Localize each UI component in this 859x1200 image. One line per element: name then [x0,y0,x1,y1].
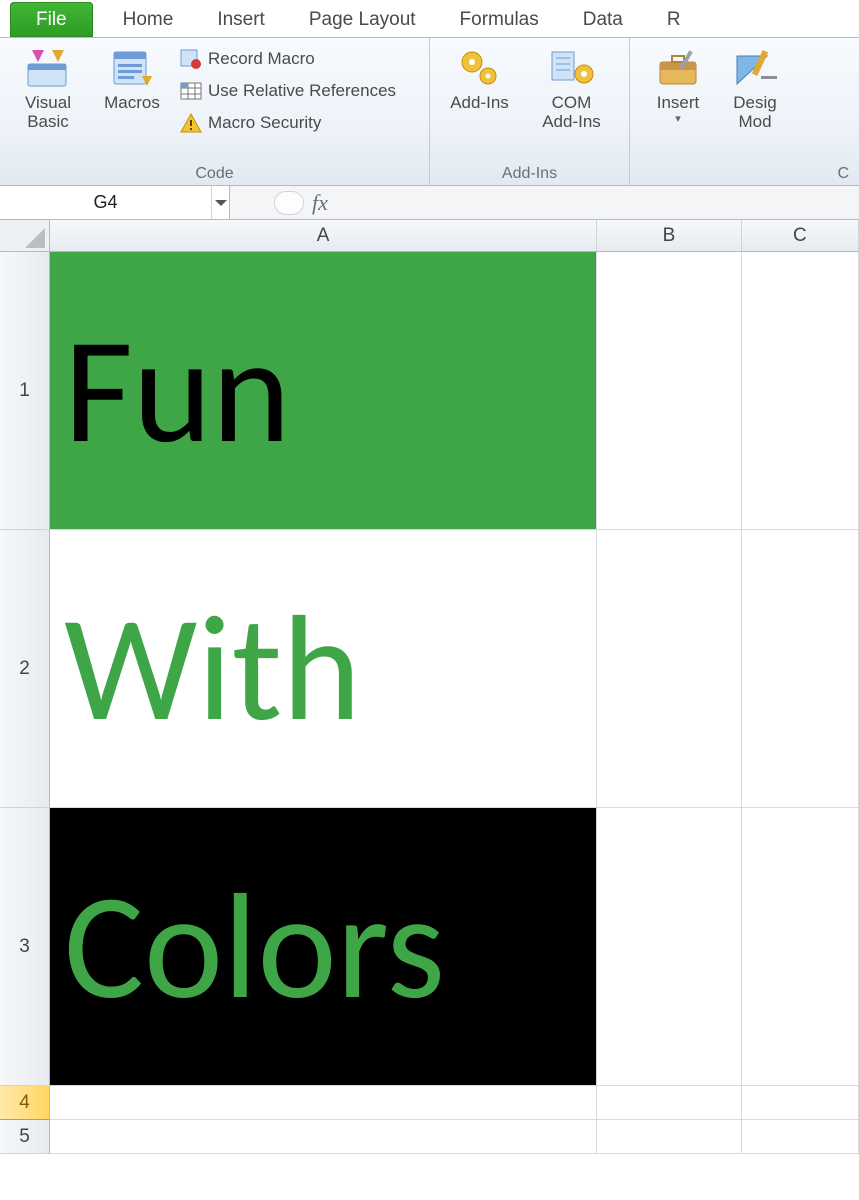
visual-basic-button[interactable]: Visual Basic [6,42,90,163]
formula-oval [274,191,304,215]
fx-icon[interactable]: fx [312,190,328,216]
visual-basic-label: Visual Basic [25,94,71,131]
record-macro-button[interactable]: Record Macro [180,48,396,70]
warning-icon [180,112,202,134]
ribbon-tabs: File Home Insert Page Layout Formulas Da… [0,0,859,38]
macros-label: Macros [104,94,160,113]
row-2: 2 With [0,530,859,808]
grid-icon [180,80,202,102]
column-header-b[interactable]: B [597,220,742,251]
tab-insert[interactable]: Insert [195,2,287,37]
record-macro-icon [180,48,202,70]
cell-a5[interactable] [50,1120,597,1154]
cell-c3[interactable] [742,808,859,1086]
cell-a2[interactable]: With [50,530,597,808]
chevron-down-icon: ▾ [675,113,681,125]
ribbon: Visual Basic Macros Record Macro [0,38,859,186]
select-all-corner[interactable] [0,220,50,252]
use-relative-references-button[interactable]: Use Relative References [180,80,396,102]
column-headers: A B C [50,220,859,252]
addins-label: Add-Ins [450,94,509,113]
formula-input[interactable] [336,189,859,217]
cell-b2[interactable] [597,530,742,808]
ribbon-group-controls: Insert ▾ Desig Mod C [630,38,859,185]
row-3: 3 Colors [0,808,859,1086]
tab-review[interactable]: R [645,2,681,37]
cell-c4[interactable] [742,1086,859,1120]
gears-icon [456,46,504,90]
addins-button[interactable]: Add-Ins [438,42,522,163]
tab-page-layout[interactable]: Page Layout [287,2,438,37]
row-header-1[interactable]: 1 [0,252,50,530]
name-box-dropdown[interactable] [211,186,229,219]
cell-b3[interactable] [597,808,742,1086]
cell-b1[interactable] [597,252,742,530]
cell-a2-text: With [50,530,596,807]
com-addins-label: COM Add-Ins [542,94,601,131]
cell-c2[interactable] [742,530,859,808]
macros-icon [108,46,156,90]
cell-a4[interactable] [50,1086,597,1120]
insert-control-button[interactable]: Insert ▾ [636,42,720,163]
cell-c1[interactable] [742,252,859,530]
name-box-value: G4 [0,192,211,213]
group-label-controls: C [636,163,853,183]
insert-control-label: Insert [657,94,700,113]
cell-a3[interactable]: Colors [50,808,597,1086]
row-header-2[interactable]: 2 [0,530,50,808]
spreadsheet-grid: A B C 1 Fun 2 With 3 Colors 4 5 [0,220,859,1154]
cell-a1[interactable]: Fun [50,252,597,530]
row-1: 1 Fun [0,252,859,530]
cell-a1-text: Fun [50,252,596,529]
cell-b5[interactable] [597,1120,742,1154]
row-header-3[interactable]: 3 [0,808,50,1086]
tab-data[interactable]: Data [561,2,645,37]
cell-b4[interactable] [597,1086,742,1120]
column-header-c[interactable]: C [742,220,859,251]
formula-bar-row: G4 ✕ fx [0,186,859,220]
row-header-5[interactable]: 5 [0,1120,50,1154]
row-header-4[interactable]: 4 [0,1086,50,1120]
cell-a3-text: Colors [50,808,596,1085]
design-mode-label: Desig Mod [733,94,776,131]
group-label-code: Code [6,163,423,183]
row-4: 4 [0,1086,859,1120]
design-mode-icon [731,46,779,90]
column-header-a[interactable]: A [50,220,597,251]
com-addins-icon [548,46,596,90]
record-macro-label: Record Macro [208,49,315,69]
com-addins-button[interactable]: COM Add-Ins [522,42,622,163]
tab-formulas[interactable]: Formulas [438,2,561,37]
name-box[interactable]: G4 [0,186,230,219]
visual-basic-icon [24,46,72,90]
design-mode-button[interactable]: Desig Mod [720,42,790,163]
macros-button[interactable]: Macros [90,42,174,163]
macro-security-label: Macro Security [208,113,321,133]
row-5: 5 [0,1120,859,1154]
group-label-addins: Add-Ins [436,163,623,183]
ribbon-group-code: Visual Basic Macros Record Macro [0,38,430,185]
tab-home[interactable]: Home [101,2,196,37]
macro-security-button[interactable]: Macro Security [180,112,396,134]
cell-c5[interactable] [742,1120,859,1154]
tab-file[interactable]: File [10,2,93,37]
ribbon-group-addins: Add-Ins COM Add-Ins Add-Ins [430,38,630,185]
toolbox-icon [654,46,702,90]
use-relative-label: Use Relative References [208,81,396,101]
